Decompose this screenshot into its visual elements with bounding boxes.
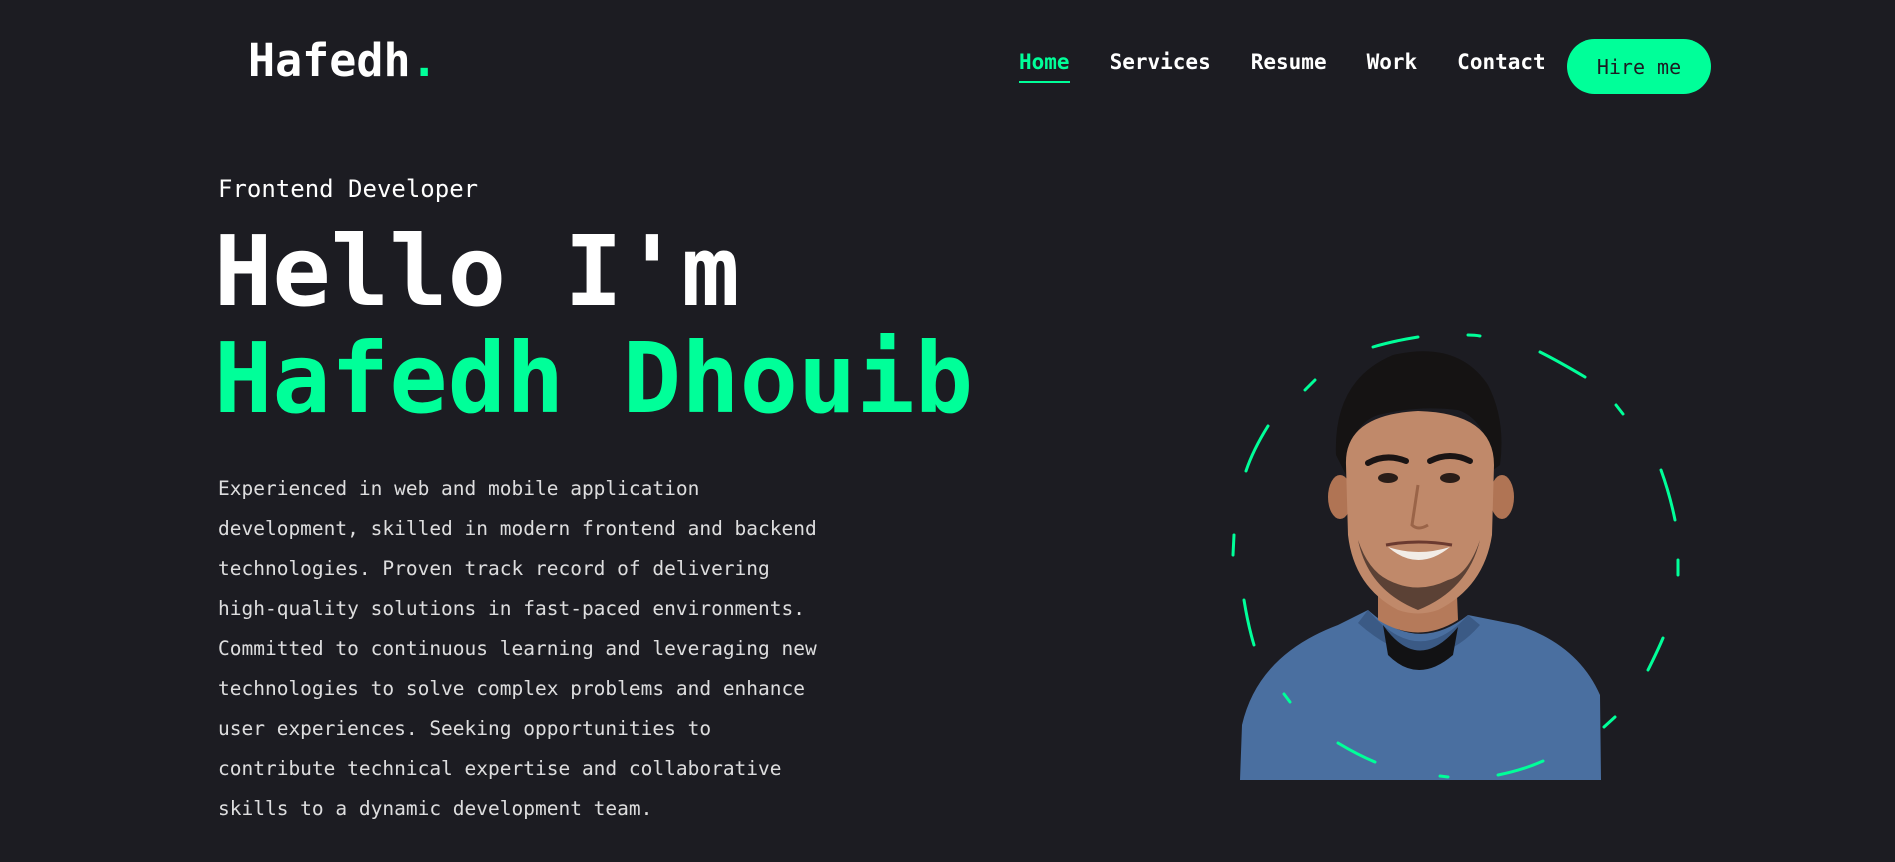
nav-home[interactable]: Home: [1019, 52, 1070, 83]
bio-line: Experienced in web and mobile applicatio…: [218, 477, 700, 500]
profile-photo: [1231, 333, 1680, 780]
bio-line: Committed to continuous learning and lev…: [218, 637, 817, 660]
main-nav: Home Services Resume Work Contact: [1019, 52, 1586, 83]
name-heading: Hafedh Dhouib: [214, 322, 974, 435]
nav-contact[interactable]: Contact: [1457, 52, 1546, 73]
greeting-heading: Hello I'm: [214, 215, 740, 328]
bio-line: technologies to solve complex problems a…: [218, 677, 805, 700]
logo-text: Hafedh: [248, 34, 411, 87]
bio-line: technologies. Proven track record of del…: [218, 557, 770, 580]
profile-photo-area: [1218, 325, 1688, 785]
nav-work[interactable]: Work: [1367, 52, 1418, 73]
bio-line: contribute technical expertise and colla…: [218, 757, 782, 780]
portfolio-page: Hafedh. Home Services Resume Work Contac…: [0, 0, 1895, 862]
bio-paragraph: Experienced in web and mobile applicatio…: [218, 469, 858, 829]
role-subtitle: Frontend Developer: [218, 175, 479, 203]
site-logo[interactable]: Hafedh.: [248, 38, 438, 83]
bio-line: user experiences. Seeking opportunities …: [218, 717, 712, 740]
logo-dot: .: [410, 34, 438, 87]
bio-line: development, skilled in modern frontend …: [218, 517, 817, 540]
bio-line: skills to a dynamic development team.: [218, 797, 653, 820]
bio-line: high-quality solutions in fast-paced env…: [218, 597, 805, 620]
portrait-image: [1240, 351, 1601, 780]
nav-resume[interactable]: Resume: [1251, 52, 1327, 73]
nav-services[interactable]: Services: [1110, 52, 1211, 73]
hire-me-button[interactable]: Hire me: [1567, 39, 1711, 94]
